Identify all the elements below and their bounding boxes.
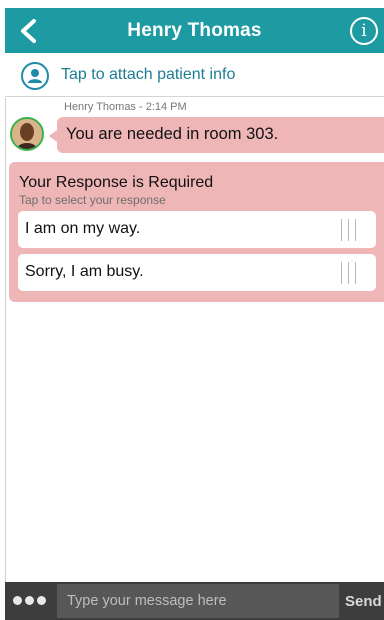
bubble-tail xyxy=(49,130,57,142)
chat-area: Henry Thomas - 2:14 PM You are needed in… xyxy=(5,98,384,582)
message-text: You are needed in room 303. xyxy=(66,125,279,143)
page-title: Henry Thomas xyxy=(127,20,262,41)
more-dots-icon[interactable] xyxy=(13,596,49,606)
message-sender-time: Henry Thomas - 2:14 PM xyxy=(64,101,187,113)
header-bar: Henry Thomas i xyxy=(5,8,384,53)
info-icon[interactable]: i xyxy=(350,17,378,45)
response-option-busy[interactable]: Sorry, I am busy. xyxy=(18,254,376,291)
message-input-bar: Send xyxy=(5,582,384,620)
response-subtitle: Tap to select your response xyxy=(19,193,166,207)
response-card: Your Response is Required Tap to select … xyxy=(9,162,384,302)
user-circle-icon xyxy=(21,62,49,90)
avatar[interactable] xyxy=(10,117,44,151)
message-input[interactable] xyxy=(57,584,339,618)
drag-handle-icon[interactable] xyxy=(339,219,359,241)
send-button[interactable]: Send xyxy=(345,593,382,610)
response-option-on-my-way[interactable]: I am on my way. xyxy=(18,211,376,248)
attach-patient-info-button[interactable]: Tap to attach patient info xyxy=(5,53,384,97)
drag-handle-icon[interactable] xyxy=(339,262,359,284)
attach-patient-info-label: Tap to attach patient info xyxy=(61,66,236,83)
response-option-label: I am on my way. xyxy=(25,220,141,237)
message-bubble: You are needed in room 303. xyxy=(49,117,384,153)
response-title: Your Response is Required xyxy=(19,174,214,191)
response-option-label: Sorry, I am busy. xyxy=(25,263,144,280)
